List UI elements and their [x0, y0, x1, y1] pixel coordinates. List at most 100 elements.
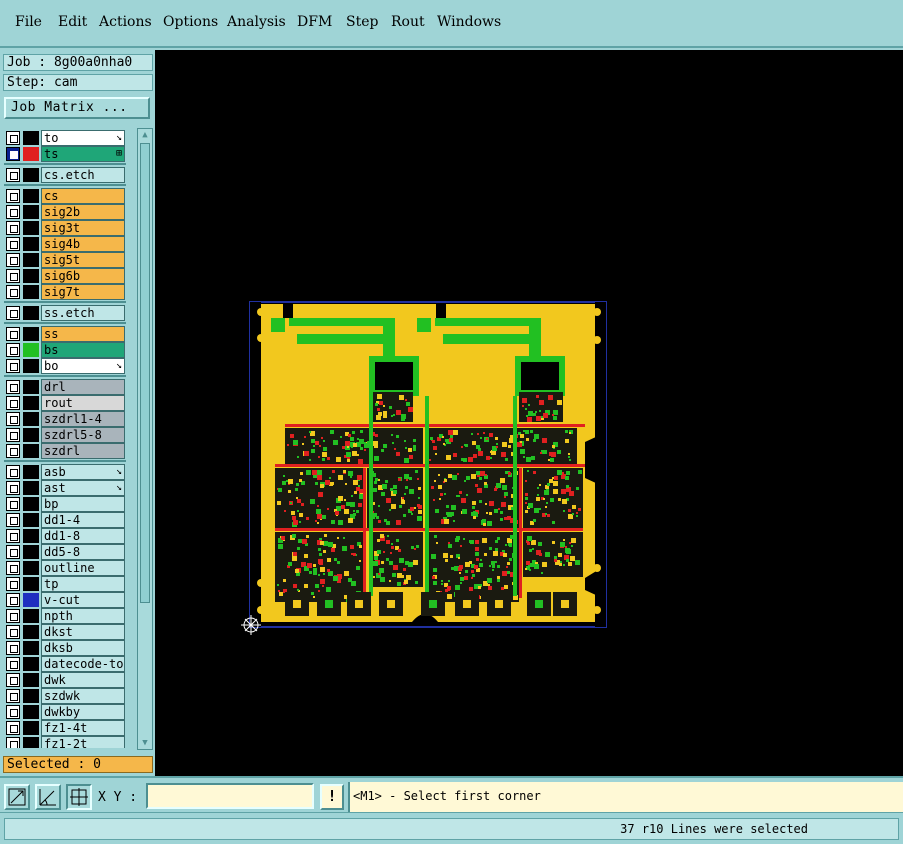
layer-name[interactable]: ast ↘: [41, 480, 125, 496]
layer-checkbox[interactable]: [6, 396, 20, 410]
layer-row-sig5t[interactable]: sig5t: [4, 252, 126, 268]
layer-checkbox[interactable]: [6, 343, 20, 357]
layer-checkbox[interactable]: [6, 513, 20, 527]
exclaim-button[interactable]: !: [320, 784, 344, 810]
scroll-up-icon[interactable]: ▲: [140, 130, 150, 140]
layer-color-swatch[interactable]: [23, 285, 39, 299]
layer-name[interactable]: cs: [41, 188, 125, 204]
layer-name[interactable]: sig7t: [41, 284, 125, 300]
scrollbar-thumb[interactable]: [140, 143, 150, 603]
layer-row-asb[interactable]: asb ↘: [4, 464, 126, 480]
layer-color-swatch[interactable]: [23, 253, 39, 267]
layer-checkbox[interactable]: [6, 237, 20, 251]
layer-color-swatch[interactable]: [23, 396, 39, 410]
layer-row-dwk[interactable]: dwk: [4, 672, 126, 688]
layer-color-swatch[interactable]: [23, 306, 39, 320]
layer-name[interactable]: datecode-to: [41, 656, 125, 672]
measure-button[interactable]: [35, 784, 61, 810]
layer-name[interactable]: v-cut: [41, 592, 125, 608]
layer-row-sig2b[interactable]: sig2b: [4, 204, 126, 220]
layer-name[interactable]: bs: [41, 342, 125, 358]
layer-color-swatch[interactable]: [23, 359, 39, 373]
layer-row-outline[interactable]: outline: [4, 560, 126, 576]
layer-checkbox[interactable]: [6, 428, 20, 442]
layer-checkbox[interactable]: [6, 205, 20, 219]
layer-row-bo[interactable]: bo ↘: [4, 358, 126, 374]
layer-checkbox[interactable]: [6, 593, 20, 607]
layer-row-rout[interactable]: rout: [4, 395, 126, 411]
layer-row-sig3t[interactable]: sig3t: [4, 220, 126, 236]
layer-checkbox[interactable]: [6, 641, 20, 655]
layer-name[interactable]: dksb: [41, 640, 125, 656]
layer-checkbox[interactable]: [6, 285, 20, 299]
layer-row-dd1-4[interactable]: dd1-4: [4, 512, 126, 528]
layer-name[interactable]: szdrl1-4: [41, 411, 125, 427]
layer-checkbox[interactable]: [6, 269, 20, 283]
layer-color-swatch[interactable]: [23, 673, 39, 687]
layer-name[interactable]: asb ↘: [41, 464, 125, 480]
layer-checkbox[interactable]: [6, 253, 20, 267]
layer-checkbox[interactable]: [6, 327, 20, 341]
layer-row-dkst[interactable]: dkst: [4, 624, 126, 640]
menu-windows[interactable]: Windows: [437, 14, 501, 30]
layer-color-swatch[interactable]: [23, 380, 39, 394]
layer-checkbox[interactable]: [6, 359, 20, 373]
layer-checkbox[interactable]: [6, 221, 20, 235]
layer-row-dksb[interactable]: dksb: [4, 640, 126, 656]
layer-name[interactable]: szdrl: [41, 443, 125, 459]
layer-checkbox[interactable]: [6, 306, 20, 320]
layer-color-swatch[interactable]: [23, 497, 39, 511]
layer-checkbox[interactable]: [6, 561, 20, 575]
menu-options[interactable]: Options: [163, 14, 218, 30]
layer-row-szdrl1-4[interactable]: szdrl1-4: [4, 411, 126, 427]
layer-color-swatch[interactable]: [23, 205, 39, 219]
menu-file[interactable]: File: [15, 14, 42, 30]
layer-scrollbar[interactable]: ▲ ▼: [137, 128, 153, 750]
layer-color-swatch[interactable]: [23, 131, 39, 145]
layer-color-swatch[interactable]: [23, 529, 39, 543]
snap-grid-button[interactable]: [66, 784, 92, 810]
layer-color-swatch[interactable]: [23, 269, 39, 283]
layer-name[interactable]: fz1-4t: [41, 720, 125, 736]
layer-name[interactable]: tp: [41, 576, 125, 592]
layer-color-swatch[interactable]: [23, 625, 39, 639]
layer-name[interactable]: outline: [41, 560, 125, 576]
layer-row-szdwk[interactable]: szdwk: [4, 688, 126, 704]
layer-checkbox[interactable]: [6, 737, 20, 748]
layer-row-cs.etch[interactable]: cs.etch: [4, 167, 126, 183]
layer-row-dwkby[interactable]: dwkby: [4, 704, 126, 720]
layer-name[interactable]: dd5-8: [41, 544, 125, 560]
layer-color-swatch[interactable]: [23, 577, 39, 591]
zoom-area-button[interactable]: [4, 784, 30, 810]
layer-row-ss.etch[interactable]: ss.etch: [4, 305, 126, 321]
layer-name[interactable]: sig4b: [41, 236, 125, 252]
layer-row-szdrl[interactable]: szdrl: [4, 443, 126, 459]
layer-name[interactable]: dwk: [41, 672, 125, 688]
layer-checkbox[interactable]: [6, 625, 20, 639]
layer-name[interactable]: dkst: [41, 624, 125, 640]
layer-name[interactable]: drl: [41, 379, 125, 395]
layer-name[interactable]: sig3t: [41, 220, 125, 236]
layer-color-swatch[interactable]: [23, 189, 39, 203]
layer-checkbox[interactable]: [6, 168, 20, 182]
layer-name[interactable]: bp: [41, 496, 125, 512]
layer-checkbox[interactable]: [6, 444, 20, 458]
layer-row-sig7t[interactable]: sig7t: [4, 284, 126, 300]
layer-checkbox[interactable]: [6, 689, 20, 703]
layer-name[interactable]: fz1-2t: [41, 736, 125, 748]
layer-color-swatch[interactable]: [23, 412, 39, 426]
layer-name[interactable]: dwkby: [41, 704, 125, 720]
layer-name[interactable]: szdrl5-8: [41, 427, 125, 443]
layer-name[interactable]: sig2b: [41, 204, 125, 220]
layer-color-swatch[interactable]: [23, 545, 39, 559]
layer-name[interactable]: ts ⊞: [41, 146, 125, 162]
layer-color-swatch[interactable]: [23, 465, 39, 479]
layer-color-swatch[interactable]: [23, 609, 39, 623]
layer-checkbox[interactable]: [6, 465, 20, 479]
layer-color-swatch[interactable]: [23, 428, 39, 442]
layer-name[interactable]: szdwk: [41, 688, 125, 704]
layer-checkbox[interactable]: [6, 529, 20, 543]
layer-row-sig6b[interactable]: sig6b: [4, 268, 126, 284]
layer-row-dd1-8[interactable]: dd1-8: [4, 528, 126, 544]
layer-checkbox[interactable]: [6, 189, 20, 203]
